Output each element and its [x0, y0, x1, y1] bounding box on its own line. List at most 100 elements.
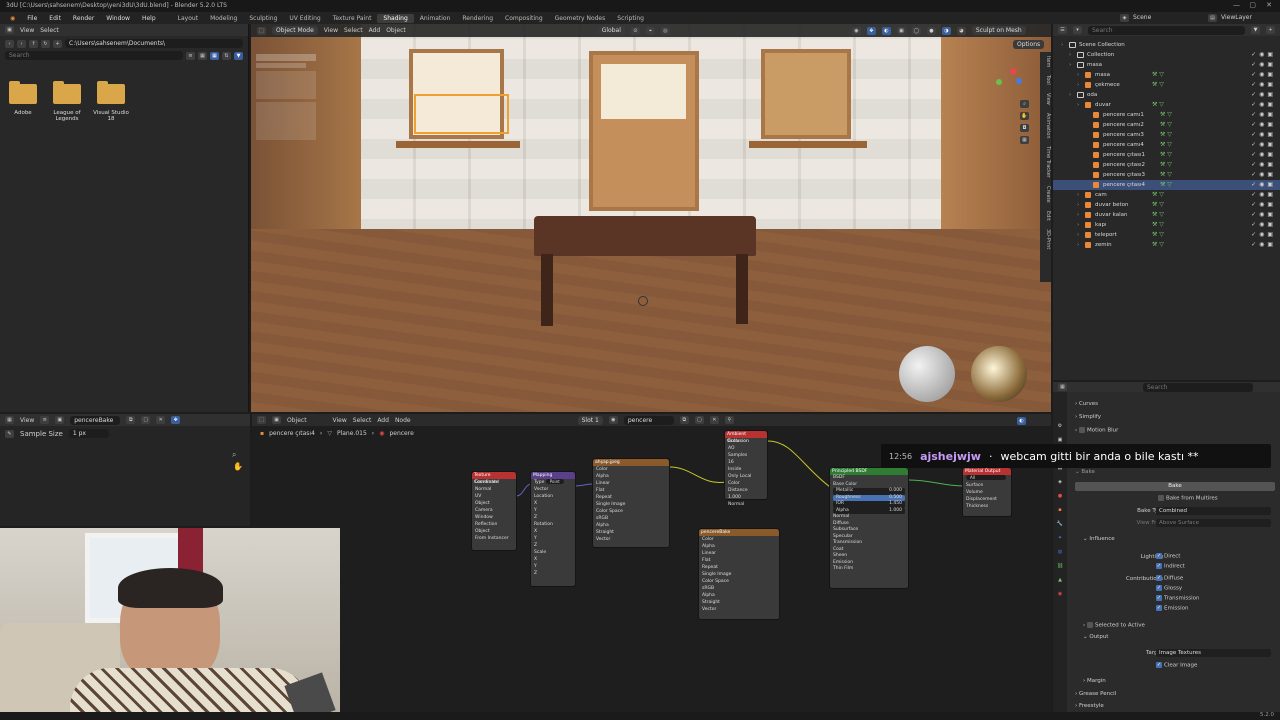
render-tab-icon[interactable]: ▣: [1056, 436, 1064, 444]
minimize-icon[interactable]: —: [1233, 1, 1240, 9]
visibility-toggle-icon[interactable]: ✓◉▣: [1251, 230, 1276, 240]
outliner-row[interactable]: › zemin ⚒ ▽ ✓◉▣: [1053, 240, 1280, 250]
pivot-icon[interactable]: ⊙: [630, 26, 640, 35]
side-tab-animation[interactable]: Animation: [1040, 113, 1051, 139]
tab-layout[interactable]: Layout: [172, 14, 204, 23]
outliner-row[interactable]: › masa ⚒ ▽ ✓◉▣: [1053, 70, 1280, 80]
sculpt-on-mesh-button[interactable]: Sculpt on Mesh: [971, 26, 1026, 35]
transmission-checkbox[interactable]: ✓ Transmission: [1156, 595, 1200, 602]
outliner-row[interactable]: › Scene Collection: [1053, 40, 1280, 50]
visibility-toggle-icon[interactable]: ✓◉▣: [1251, 200, 1276, 210]
zoom-icon[interactable]: ⌕: [1020, 100, 1029, 108]
data-tab-icon[interactable]: ▲: [1056, 576, 1064, 584]
physics-tab-icon[interactable]: ◍: [1056, 548, 1064, 556]
panel-margin[interactable]: › Margin: [1083, 678, 1106, 684]
direct-checkbox[interactable]: ✓ Direct: [1156, 553, 1180, 560]
visibility-toggle-icon[interactable]: ✓◉▣: [1251, 60, 1276, 70]
refresh-icon[interactable]: ↻: [41, 39, 50, 48]
tab-texture-paint[interactable]: Texture Paint: [327, 14, 378, 23]
outliner-row[interactable]: pencere çıtası1 ⚒ ▽ ✓◉▣: [1053, 150, 1280, 160]
visibility-toggle-icon[interactable]: ✓◉▣: [1251, 140, 1276, 150]
visibility-toggle-icon[interactable]: ✓◉▣: [1251, 50, 1276, 60]
visibility-toggle-icon[interactable]: ✓◉▣: [1251, 180, 1276, 190]
folder-item[interactable]: League of Legends: [47, 81, 87, 122]
outliner-row[interactable]: › duvar ⚒ ▽ ✓◉▣: [1053, 100, 1280, 110]
view-layer-icon[interactable]: ▤: [1208, 14, 1217, 22]
editor-type-icon[interactable]: ☰: [1058, 26, 1067, 34]
camera-icon[interactable]: ◘: [1020, 124, 1029, 132]
gizmo-icon[interactable]: ✥: [171, 416, 181, 424]
new-image-icon[interactable]: ▢: [141, 416, 151, 424]
expand-arrow-icon[interactable]: ›: [1077, 240, 1083, 250]
node-principled-bsdf[interactable]: Principled BSDF BSDF Base Color Metallic 0.…: [829, 467, 909, 589]
side-tab-view[interactable]: View: [1040, 93, 1051, 105]
outliner-row[interactable]: › oda ✓◉▣: [1053, 90, 1280, 100]
fb-search-input[interactable]: Search: [5, 51, 183, 60]
scene-name[interactable]: Scene: [1133, 14, 1151, 21]
outliner-search-input[interactable]: Search: [1088, 25, 1245, 35]
options-dropdown[interactable]: Options: [1013, 40, 1045, 49]
tab-compositing[interactable]: Compositing: [499, 14, 549, 23]
modifier-tab-icon[interactable]: 🔧: [1056, 520, 1064, 528]
visibility-toggle-icon[interactable]: ✓◉▣: [1251, 190, 1276, 200]
outliner-row[interactable]: pencere camı4 ⚒ ▽ ✓◉▣: [1053, 140, 1280, 150]
outliner-row[interactable]: › duvar beton ⚒ ▽ ✓◉▣: [1053, 200, 1280, 210]
visibility-toggle-icon[interactable]: ✓◉▣: [1251, 70, 1276, 80]
menu-help[interactable]: Help: [136, 15, 162, 22]
node-image-texture-bake[interactable]: pencereBake Color Alpha Linear Flat Repeat Si…: [698, 528, 780, 620]
thumbnail-view-icon[interactable]: ▦: [210, 51, 219, 60]
outliner-row[interactable]: › cam ⚒ ▽ ✓◉▣: [1053, 190, 1280, 200]
mode-dropdown[interactable]: Object Mode: [272, 26, 318, 35]
object-tab-icon[interactable]: ▪: [1056, 506, 1064, 514]
panel-motion-blur[interactable]: › Motion Blur: [1075, 427, 1118, 434]
new-collection-icon[interactable]: +: [1266, 26, 1275, 34]
outliner-row[interactable]: › teleport ⚒ ▽ ✓◉▣: [1053, 230, 1280, 240]
visibility-toggle-icon[interactable]: ✓◉▣: [1251, 100, 1276, 110]
side-tab-create[interactable]: Create: [1040, 186, 1051, 203]
particles-tab-icon[interactable]: ✦: [1056, 534, 1064, 542]
back-icon[interactable]: ‹: [5, 39, 14, 48]
panel-output[interactable]: ⌄ Output: [1083, 634, 1108, 640]
panel-simplify[interactable]: › Simplify: [1075, 414, 1101, 420]
panel-grease-pencil[interactable]: › Grease Pencil: [1075, 691, 1116, 697]
pan-hand-icon[interactable]: ✋: [233, 462, 243, 471]
scene-icon[interactable]: ◈: [1120, 14, 1129, 22]
gizmo-icon[interactable]: ✥: [866, 26, 876, 35]
editor-type-icon[interactable]: ▦: [1058, 383, 1067, 391]
3d-viewport[interactable]: ⬚ Object Mode View Select Add Object Glo…: [251, 24, 1051, 412]
expand-arrow-icon[interactable]: ›: [1077, 220, 1083, 230]
forward-icon[interactable]: ›: [17, 39, 26, 48]
tab-geometry-nodes[interactable]: Geometry Nodes: [549, 14, 612, 23]
outliner-row[interactable]: › duvar kalan ⚒ ▽ ✓◉▣: [1053, 210, 1280, 220]
properties-search-input[interactable]: Search: [1143, 382, 1253, 392]
filter-icon[interactable]: ▼: [234, 51, 243, 60]
image-name-field[interactable]: pencereBake: [70, 415, 121, 425]
target-dropdown[interactable]: Image Textures: [1156, 649, 1271, 657]
xray-icon[interactable]: ▣: [896, 26, 906, 35]
visibility-icon[interactable]: ◉: [851, 26, 861, 35]
menu-file[interactable]: File: [21, 15, 43, 22]
node-mapping[interactable]: Mapping Type Point Vector Location X Y Z Rota…: [530, 471, 576, 587]
tab-uv-editing[interactable]: UV Editing: [283, 14, 326, 23]
expand-arrow-icon[interactable]: ›: [1069, 50, 1075, 60]
node-image-texture-wood[interactable]: ahşap.jpeg Color Alpha Linear Flat Repeat Sin…: [592, 458, 670, 548]
visibility-toggle-icon[interactable]: ✓◉▣: [1251, 80, 1276, 90]
parent-dir-icon[interactable]: ↑: [29, 39, 38, 48]
tab-scripting[interactable]: Scripting: [611, 14, 650, 23]
diffuse-checkbox[interactable]: ✓ Diffuse: [1156, 575, 1183, 582]
menu-edit[interactable]: Edit: [43, 15, 67, 22]
folder-item[interactable]: Adobe: [3, 81, 43, 116]
material-tab-icon[interactable]: ◉: [1056, 590, 1064, 598]
outliner-row[interactable]: › kapı ⚒ ▽ ✓◉▣: [1053, 220, 1280, 230]
scene-tab-icon[interactable]: ◈: [1056, 478, 1064, 486]
outliner-row[interactable]: › çekmece ⚒ ▽ ✓◉▣: [1053, 80, 1280, 90]
world-tab-icon[interactable]: ●: [1056, 492, 1064, 500]
shading-solid-icon[interactable]: ●: [926, 26, 936, 35]
expand-arrow-icon[interactable]: ›: [1077, 230, 1083, 240]
bake-from-multires-checkbox[interactable]: Bake from Multires: [1158, 495, 1218, 502]
fb-view-menu[interactable]: View: [20, 27, 34, 34]
visibility-toggle-icon[interactable]: ✓◉▣: [1251, 150, 1276, 160]
editor-type-icon[interactable]: ⬚: [257, 26, 266, 35]
visibility-toggle-icon[interactable]: ✓◉▣: [1251, 240, 1276, 250]
expand-arrow-icon[interactable]: ›: [1077, 210, 1083, 220]
